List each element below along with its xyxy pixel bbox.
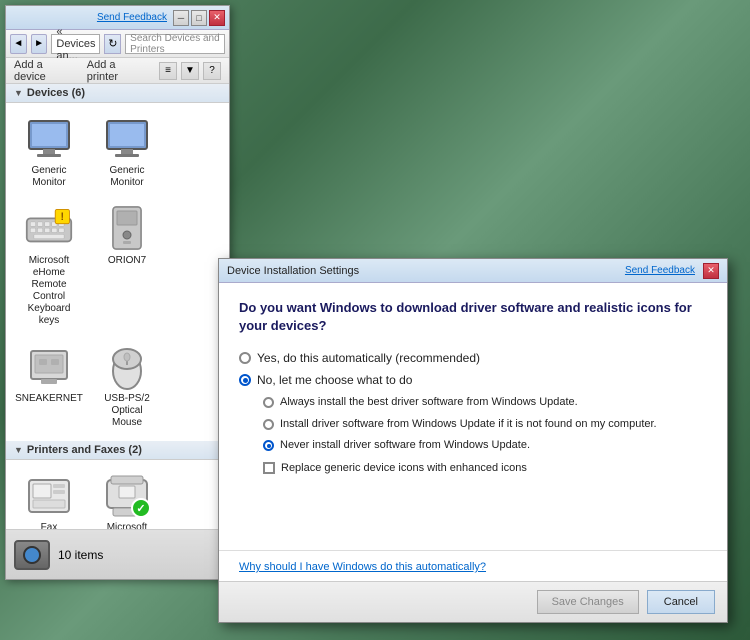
why-link[interactable]: Why should I have Windows do this automa… [239, 561, 486, 573]
main-send-feedback[interactable]: Send Feedback [97, 12, 167, 23]
printers-arrow: ▼ [14, 445, 23, 455]
device-item-xps[interactable]: ✓ Microsoft XPS Document Writer [92, 468, 162, 529]
monitor2-icon [103, 115, 151, 163]
main-window: Send Feedback ─ □ ✕ ◄ ► « Devices an... … [5, 5, 230, 580]
orion7-icon [103, 205, 151, 253]
refresh-button[interactable]: ↻ [104, 34, 121, 54]
sub-radio-never-label: Never install driver software from Windo… [280, 438, 530, 453]
xps-icon: ✓ [103, 472, 151, 520]
back-button[interactable]: ◄ [10, 34, 27, 54]
forward-button[interactable]: ► [31, 34, 48, 54]
fax-label: Fax [41, 522, 58, 529]
search-placeholder: Search Devices and Printers [130, 33, 220, 55]
option-no[interactable]: No, let me choose what to do [239, 373, 707, 387]
monitor1-label: Generic Monitor [18, 165, 80, 189]
devices-section-label: Devices (6) [27, 87, 85, 99]
radio-yes-label: Yes, do this automatically (recommended) [257, 351, 480, 365]
dialog-content: Do you want Windows to download driver s… [219, 283, 727, 550]
close-button[interactable]: ✕ [209, 10, 225, 26]
fax-icon [25, 472, 73, 520]
status-bar: 10 items [6, 529, 229, 579]
checkbox-enhanced-icons[interactable]: Replace generic device icons with enhanc… [263, 462, 707, 474]
mouse-label: USB-PS/2 Optical Mouse [96, 393, 158, 429]
save-changes-button[interactable]: Save Changes [537, 590, 639, 614]
sub-options: Always install the best driver software … [263, 395, 707, 453]
sub-option-if-not-found[interactable]: Install driver software from Windows Upd… [263, 417, 707, 432]
search-bar[interactable]: Search Devices and Printers [125, 34, 225, 54]
dialog-footer: Save Changes Cancel [219, 581, 727, 622]
action-bar: Add a device Add a printer ≡ ▼ ? [6, 58, 229, 84]
add-device-link[interactable]: Add a device [14, 59, 75, 83]
main-title-buttons: ─ □ ✕ [173, 10, 225, 26]
xps-label: Microsoft XPS Document Writer [96, 522, 158, 529]
dialog-title-text: Device Installation Settings [227, 265, 625, 277]
checkbox-enhanced-label: Replace generic device icons with enhanc… [281, 462, 527, 474]
help-button[interactable]: ? [203, 62, 221, 80]
keyboard-label: Microsoft eHome Remote Control Keyboard … [18, 255, 80, 327]
status-text: 10 items [58, 548, 103, 562]
maximize-button[interactable]: □ [191, 10, 207, 26]
printers-section-header[interactable]: ▼ Printers and Faxes (2) [6, 441, 229, 460]
monitor2-label: Generic Monitor [96, 165, 158, 189]
radio-no-label: No, let me choose what to do [257, 373, 412, 387]
dialog-titlebar: Device Installation Settings Send Feedba… [219, 259, 727, 283]
sneakernet-icon [25, 343, 73, 391]
device-item-fax[interactable]: Fax [14, 468, 84, 529]
camera-icon [14, 540, 50, 570]
device-item-sneakernet[interactable]: SNEAKERNET [14, 339, 84, 433]
sub-radio-if-not-found-label: Install driver software from Windows Upd… [280, 417, 657, 432]
main-titlebar: Send Feedback ─ □ ✕ [6, 6, 229, 30]
add-printer-link[interactable]: Add a printer [87, 59, 147, 83]
device-item-monitor2[interactable]: Generic Monitor [92, 111, 162, 193]
checkbox-enhanced[interactable] [263, 462, 275, 474]
device-item-monitor1[interactable]: Generic Monitor [14, 111, 84, 193]
svg-text:✓: ✓ [136, 503, 145, 515]
orion7-label: ORION7 [108, 255, 146, 267]
devices-arrow: ▼ [14, 88, 23, 98]
view-button[interactable]: ≡ [159, 62, 177, 80]
view-dropdown[interactable]: ▼ [181, 62, 199, 80]
mouse-icon [103, 343, 151, 391]
devices-section-header[interactable]: ▼ Devices (6) [6, 84, 229, 103]
keyboard-icon: ! [25, 205, 73, 253]
device-item-orion7[interactable]: ORION7 [92, 201, 162, 331]
address-text: « Devices an... [56, 26, 95, 62]
toolbar: ◄ ► « Devices an... ↻ Search Devices and… [6, 30, 229, 58]
address-bar[interactable]: « Devices an... [51, 34, 100, 54]
printers-section-label: Printers and Faxes (2) [27, 444, 142, 456]
device-item-mouse[interactable]: USB-PS/2 Optical Mouse [92, 339, 162, 433]
sub-radio-never[interactable] [263, 440, 274, 451]
sub-radio-always[interactable] [263, 397, 274, 408]
dialog-question: Do you want Windows to download driver s… [239, 299, 707, 335]
radio-yes[interactable] [239, 352, 251, 364]
sub-option-never[interactable]: Never install driver software from Windo… [263, 438, 707, 453]
sub-radio-if-not-found[interactable] [263, 419, 274, 430]
cancel-button[interactable]: Cancel [647, 590, 715, 614]
minimize-button[interactable]: ─ [173, 10, 189, 26]
sneakernet-label: SNEAKERNET [15, 393, 83, 405]
sub-option-always[interactable]: Always install the best driver software … [263, 395, 707, 410]
devices-grid: Generic Monitor Generic Monitor [6, 103, 229, 441]
dialog-link-area: Why should I have Windows do this automa… [219, 550, 727, 581]
device-item-keyboard[interactable]: ! Microsoft eHome Remote Control Keyboar… [14, 201, 84, 331]
radio-no[interactable] [239, 374, 251, 386]
sub-radio-always-label: Always install the best driver software … [280, 395, 578, 410]
svg-text:!: ! [61, 211, 65, 223]
dialog-close-button[interactable]: ✕ [703, 263, 719, 279]
monitor1-icon [25, 115, 73, 163]
dialog-send-feedback[interactable]: Send Feedback [625, 265, 695, 276]
dialog-device-installation: Device Installation Settings Send Feedba… [218, 258, 728, 623]
option-yes[interactable]: Yes, do this automatically (recommended) [239, 351, 707, 365]
action-right: ≡ ▼ ? [159, 62, 221, 80]
content-area: ▼ Devices (6) Generic Monitor [6, 84, 229, 529]
printers-grid: Fax ✓ Microsoft XPS Document Writer [6, 460, 229, 529]
